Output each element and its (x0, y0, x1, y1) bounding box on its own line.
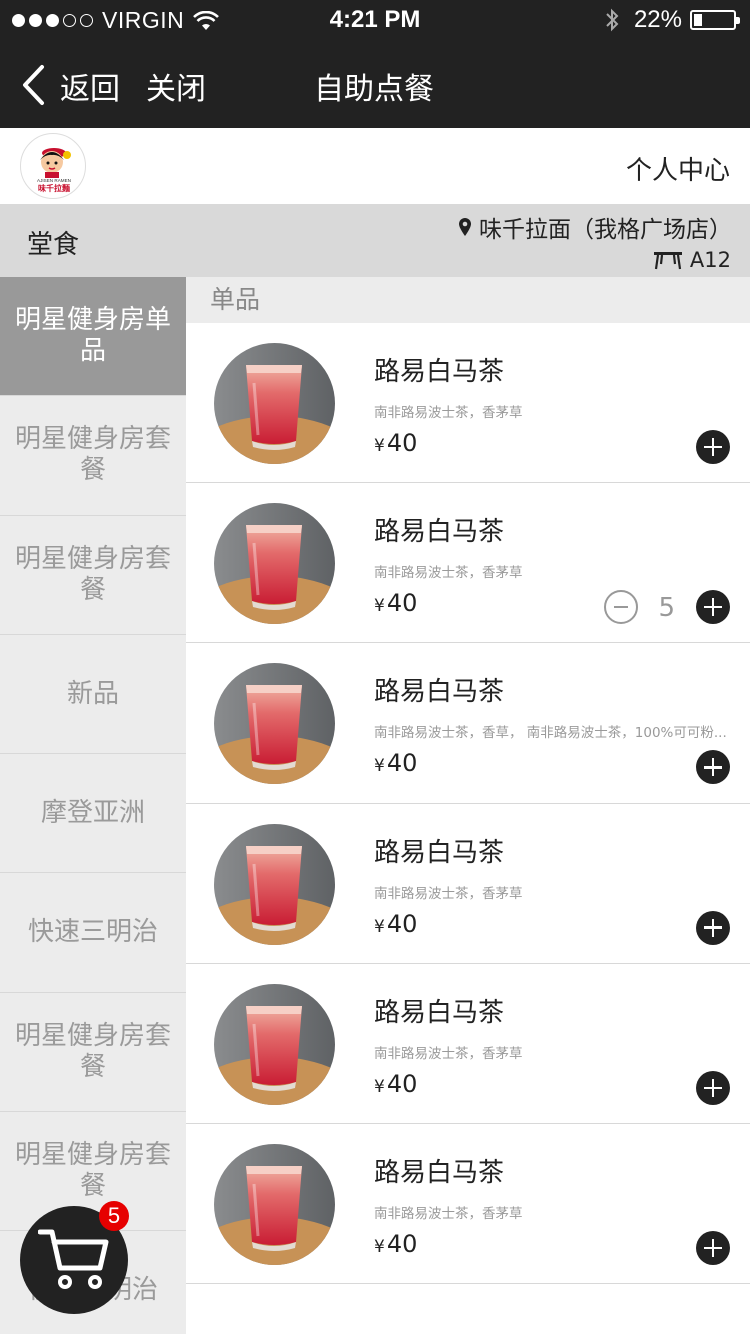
category-label: 明星健身房单品 (14, 305, 171, 367)
user-center-link[interactable]: 个人中心 (626, 150, 730, 187)
product-row[interactable]: 路易白马茶南非路易波士茶，香茅草 ¥40 (186, 323, 750, 484)
table-icon (653, 252, 682, 270)
category-item[interactable]: 快速三明治 (0, 873, 186, 993)
product-image (214, 823, 335, 945)
category-item[interactable]: 明星健身房单品 (0, 277, 186, 397)
price-value: 40 (386, 749, 418, 778)
table-number: A12 (653, 248, 731, 272)
category-label: 新品 (66, 678, 119, 709)
currency-symbol: ¥ (374, 916, 385, 937)
dine-mode-label[interactable]: 堂食 (27, 224, 79, 261)
currency-symbol: ¥ (374, 436, 385, 456)
category-item[interactable]: 明星健身房套餐 (0, 993, 186, 1113)
product-description: 南非路易波士茶，香茅草 (374, 1205, 523, 1222)
section-header: 单品 (186, 277, 750, 323)
product-row[interactable]: 路易白马茶南非路易波士茶，香茅草 ¥40 5 (186, 483, 750, 644)
store-header: AJISEN RAMEN 味千拉麵 个人中心 (0, 128, 750, 204)
product-image (214, 663, 335, 785)
nav-bar: 返回 关闭 自助点餐 (0, 40, 750, 128)
category-label: 明星健身房套餐 (14, 424, 171, 486)
location-pin-icon (459, 218, 471, 236)
product-name: 路易白马茶 (374, 357, 505, 387)
status-right: 22% (604, 6, 740, 34)
product-image (214, 1143, 335, 1265)
product-name: 路易白马茶 (374, 1157, 505, 1188)
product-row[interactable]: 路易白马茶南非路易波士茶，香茅草 ¥40 (186, 803, 750, 964)
add-item-button[interactable] (696, 430, 730, 464)
page-title: 自助点餐 (314, 72, 434, 107)
status-bar: VIRGIN 4:21 PM 22% (0, 0, 750, 40)
category-label: 明星健身房套餐 (14, 1020, 171, 1082)
store-logo: AJISEN RAMEN 味千拉麵 (20, 133, 86, 199)
table-number-label: A12 (689, 248, 731, 272)
currency-symbol: ¥ (374, 1236, 385, 1257)
product-row[interactable]: 路易白马茶南非路易波士茶，香茅草 ¥40 (186, 1123, 750, 1285)
product-description: 南非路易波士茶，香茅草 (374, 1045, 523, 1062)
cart-count-badge: 5 (99, 1201, 129, 1231)
cart-icon (38, 1229, 109, 1289)
category-item[interactable]: 明星健身房套餐 (0, 516, 186, 635)
category-sidebar: 明星健身房单品 明星健身房套餐 明星健身房套餐 新品 摩登亚洲 快速三明治 明星健身房套餐明… (0, 277, 186, 1334)
add-item-button[interactable] (696, 750, 730, 785)
price-value: 40 (386, 909, 418, 938)
price-value: 40 (386, 1229, 418, 1258)
ramen-mascot-icon: AJISEN RAMEN 味千拉麵 (37, 148, 71, 193)
store-location-name: 味千拉面（我格广场店） (479, 217, 732, 243)
category-label: 明星健身房套餐 (14, 543, 171, 605)
product-image (214, 503, 335, 625)
add-item-button[interactable] (696, 590, 730, 625)
battery-level (694, 14, 703, 26)
category-label: 明星健身房套餐 (14, 1140, 171, 1202)
product-row[interactable]: 路易白马茶南非路易波士茶，香茅草 ¥40 (186, 963, 750, 1124)
product-name: 路易白马茶 (374, 997, 505, 1028)
product-image (214, 983, 335, 1105)
currency-symbol: ¥ (374, 1076, 385, 1097)
product-name: 路易白马茶 (374, 837, 505, 868)
close-button[interactable]: 关闭 (146, 64, 206, 108)
product-price: ¥40 (374, 589, 417, 617)
add-item-button[interactable] (696, 910, 730, 945)
back-button[interactable]: 返回 (60, 64, 120, 108)
product-name: 路易白马茶 (374, 517, 505, 548)
category-item[interactable]: 摩登亚洲 (0, 754, 186, 874)
product-price: ¥40 (374, 749, 417, 777)
bluetooth-icon (606, 8, 619, 32)
product-image (214, 343, 335, 464)
battery-icon (690, 10, 740, 30)
back-chevron-icon[interactable] (20, 64, 46, 106)
store-location: 味千拉面（我格广场店） (458, 210, 732, 244)
product-list: 单品 路易白马茶 南非路易波士茶，香茅草 ¥40 路易白马茶 南非路易波士茶，香茅草 ¥4… (186, 277, 750, 1334)
price-value: 40 (386, 589, 418, 618)
product-description: 南非路易波士茶，香茅草 (374, 405, 523, 421)
product-price: ¥40 (374, 1070, 417, 1098)
product-price: ¥40 (374, 1230, 417, 1258)
product-name: 路易白马茶 (374, 677, 505, 708)
remove-item-button[interactable] (604, 590, 638, 625)
battery-percent: 22% (633, 6, 682, 33)
add-item-button[interactable] (696, 1230, 730, 1265)
price-value: 40 (386, 1069, 418, 1098)
product-price: ¥40 (374, 910, 417, 938)
product-description: 南非路易波士茶，香茅草 (374, 565, 523, 582)
currency-symbol: ¥ (374, 756, 385, 777)
add-item-button[interactable] (696, 1070, 730, 1105)
product-price: ¥40 (374, 429, 417, 457)
price-value: 40 (386, 429, 418, 457)
item-quantity: 5 (658, 593, 675, 624)
logo-text-cn: 味千拉麵 (38, 183, 70, 193)
product-description: 南非路易波士茶，香茅草 (374, 885, 523, 902)
category-item[interactable]: 新品 (0, 635, 186, 755)
store-info-bar: 堂食 味千拉面（我格广场店） A12 (0, 204, 750, 277)
category-item[interactable]: 明星健身房套餐 (0, 396, 186, 516)
category-label: 快速三明治 (27, 917, 158, 948)
logo-text-en: AJISEN RAMEN (37, 178, 71, 183)
currency-symbol: ¥ (374, 596, 385, 617)
category-label: 摩登亚洲 (40, 797, 145, 828)
product-row[interactable]: 路易白马茶南非路易波士茶，香草， 南非路易波士茶，100%可可粉... ¥40 (186, 643, 750, 804)
product-description: 南非路易波士茶，香草， 南非路易波士茶，100%可可粉... (374, 725, 727, 742)
